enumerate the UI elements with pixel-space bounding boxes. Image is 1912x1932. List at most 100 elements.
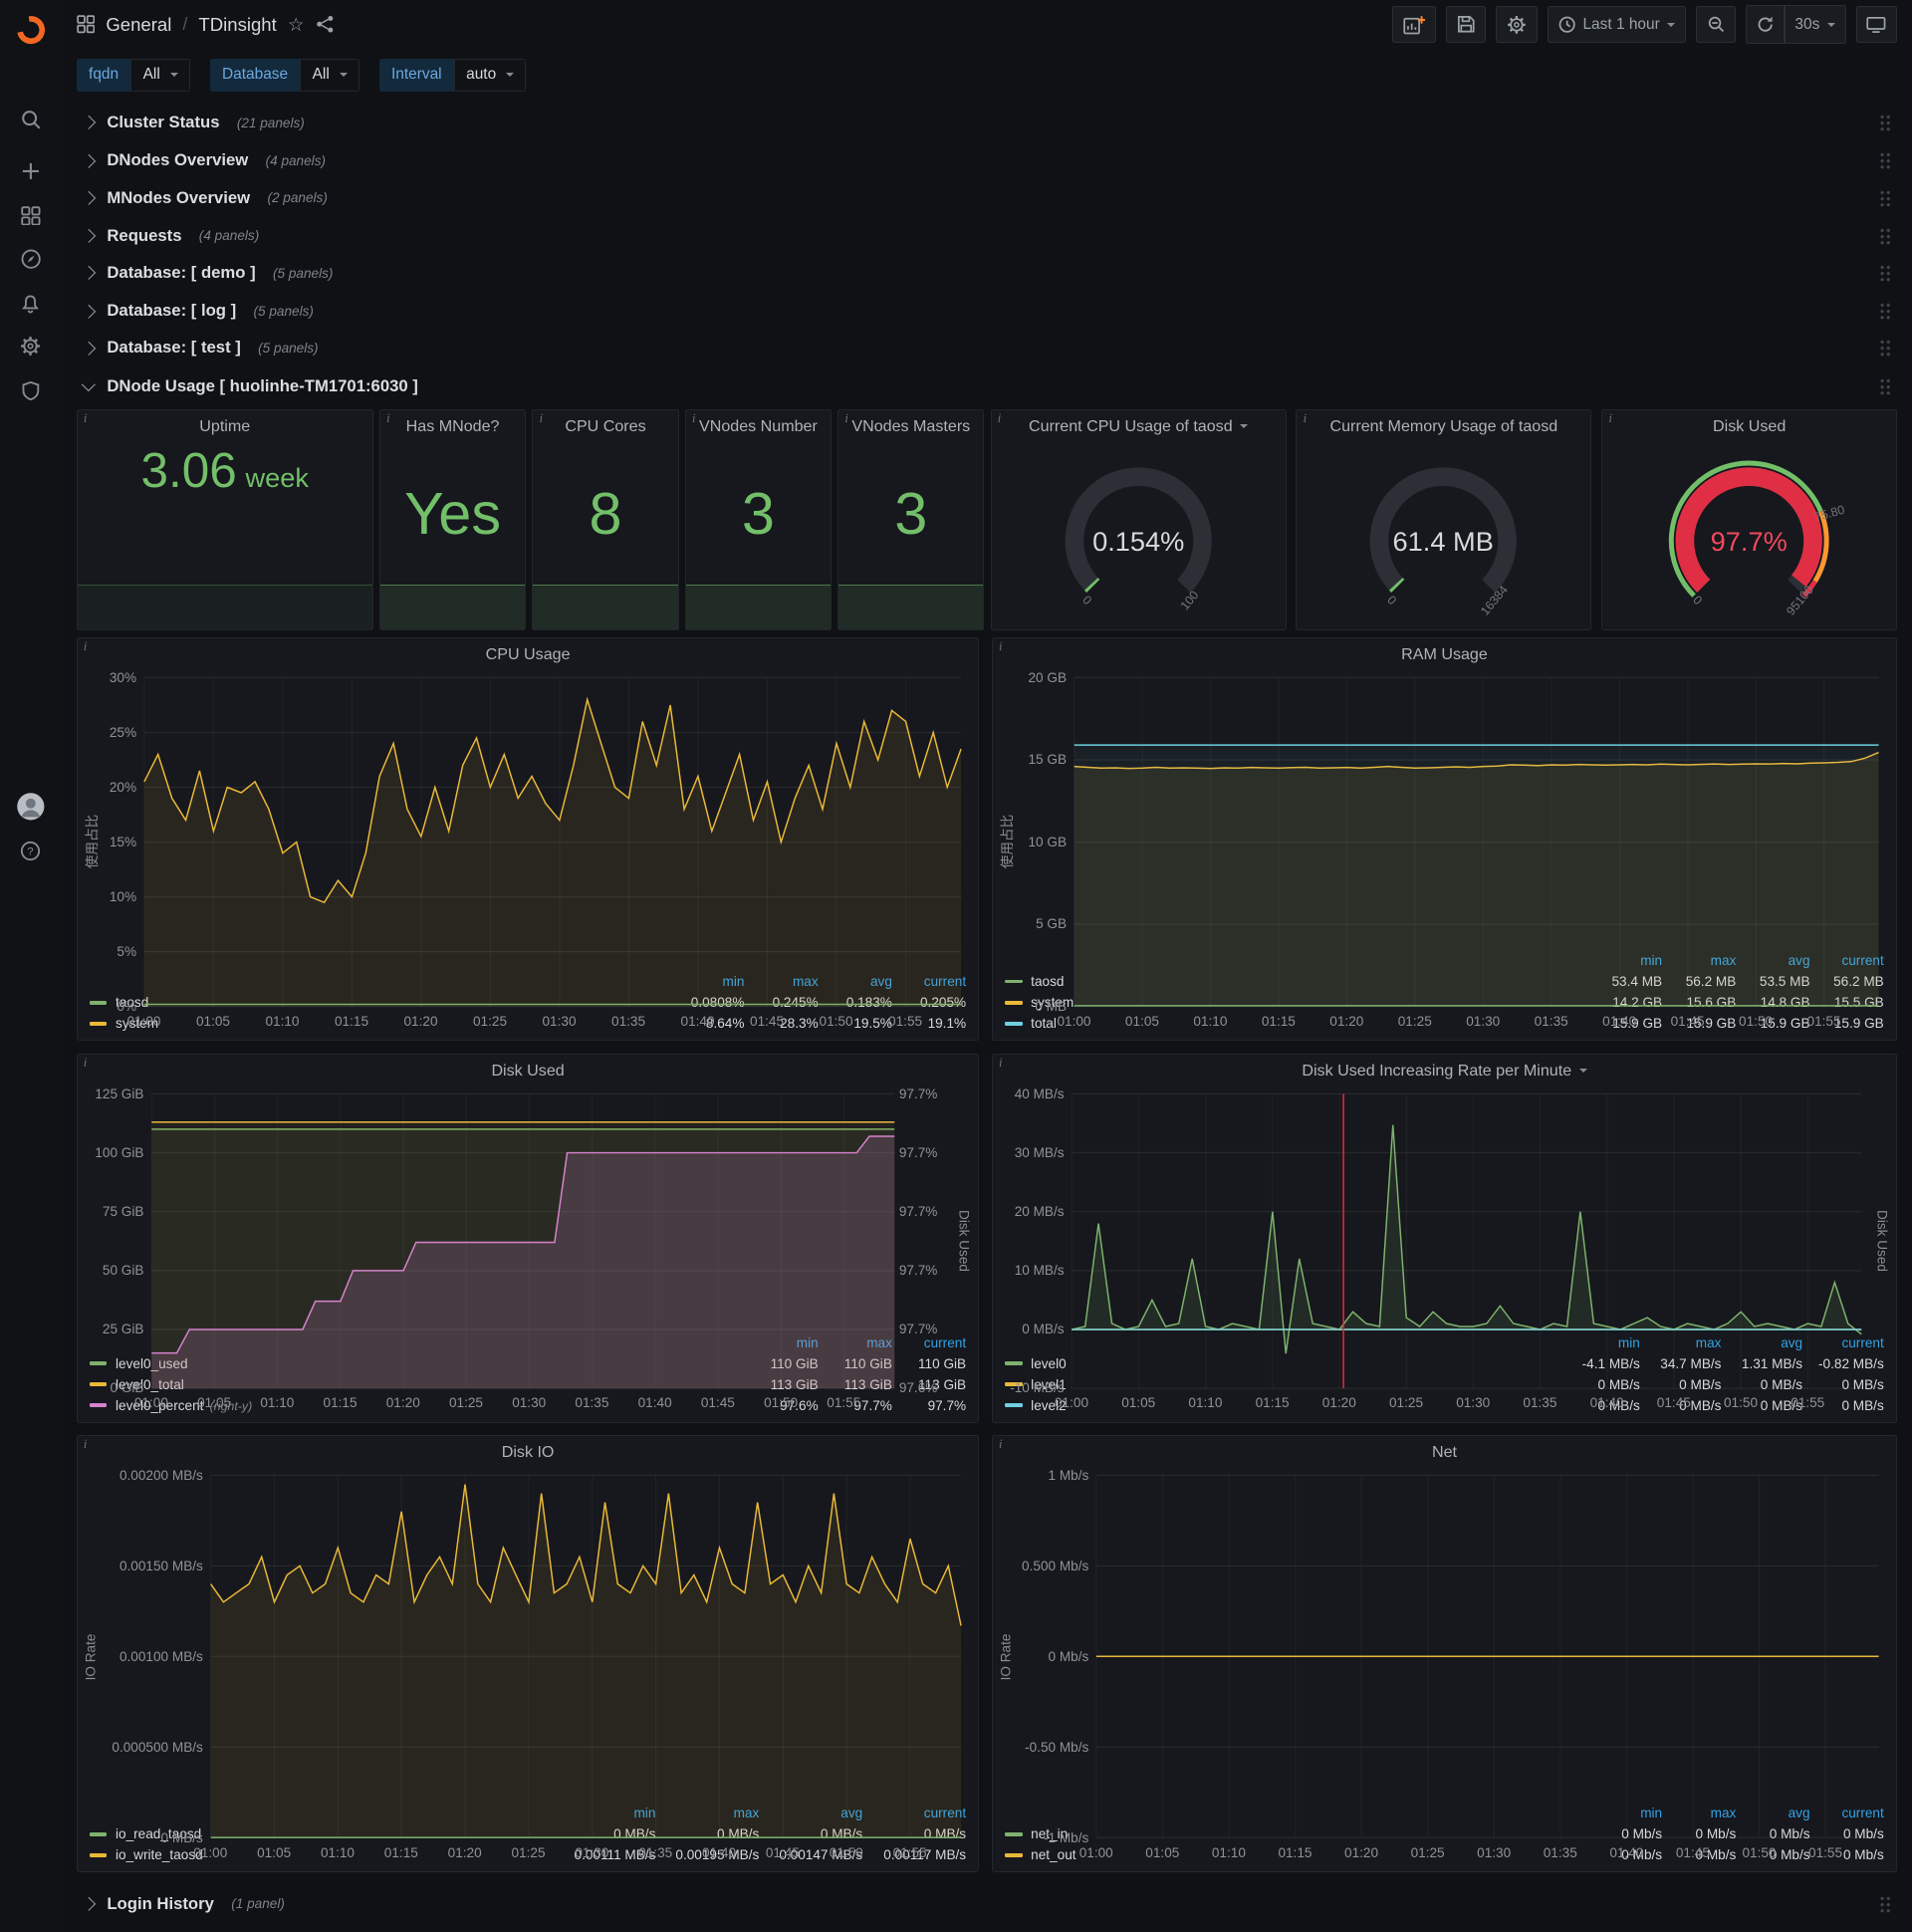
panel-title[interactable]: Current Memory Usage of taosd xyxy=(1297,410,1590,442)
help-icon[interactable]: ? xyxy=(0,833,62,869)
memory-gauge[interactable]: 61.4 MB 0 16384 xyxy=(1297,442,1590,630)
panel-info-icon[interactable]: i xyxy=(999,1056,1002,1071)
row-database-log[interactable]: Database: [ log ] (5 panels) xyxy=(77,295,1897,328)
panel-info-icon[interactable]: i xyxy=(692,411,695,426)
panel-info-icon[interactable]: i xyxy=(999,1437,1002,1452)
disk-used-gauge[interactable]: 97.7% 0 95100 75.80 xyxy=(1602,442,1896,630)
save-icon xyxy=(1458,16,1475,34)
chevron-down-icon xyxy=(506,73,515,78)
panel-title[interactable]: Current CPU Usage of taosd xyxy=(992,410,1286,442)
y-axis-label: IO Rate xyxy=(83,1633,99,1681)
variable-fqdn[interactable]: fqdn All xyxy=(76,59,190,92)
panel-title[interactable]: Disk Used xyxy=(1602,410,1896,442)
drag-handle[interactable] xyxy=(1878,1895,1890,1913)
panel-title[interactable]: Uptime xyxy=(78,410,372,442)
panel-title[interactable]: Net xyxy=(993,1436,1896,1468)
create-icon[interactable] xyxy=(0,152,62,189)
chart-canvas[interactable] xyxy=(998,1468,1891,1864)
row-dnodes-overview[interactable]: DNodes Overview (4 panels) xyxy=(77,144,1897,177)
drag-handle[interactable] xyxy=(1878,302,1890,320)
breadcrumb-dashboard-title[interactable]: TDinsight xyxy=(198,14,276,36)
axis-tick-label: 01:40 xyxy=(702,1844,737,1860)
dashboards-icon[interactable] xyxy=(0,197,62,234)
row-panel-count: (4 panels) xyxy=(198,228,260,244)
refresh-button[interactable] xyxy=(1747,6,1784,43)
sidebar: ? xyxy=(0,0,62,1932)
axis-tick-label: 01:45 xyxy=(700,1395,735,1411)
panel-title[interactable]: Disk Used xyxy=(78,1055,979,1087)
panel-info-icon[interactable]: i xyxy=(84,1056,87,1071)
user-avatar[interactable] xyxy=(0,790,62,825)
panel-net-graph: i Net IO Rate 1 Mb/s 0.500 Mb/s 0 Mb/s -0.50… xyxy=(991,1435,1898,1873)
grafana-logo[interactable] xyxy=(0,7,62,52)
panel-title[interactable]: Has MNode? xyxy=(380,410,525,442)
add-panel-button[interactable] xyxy=(1392,6,1437,44)
row-database-test[interactable]: Database: [ test ] (5 panels) xyxy=(77,332,1897,364)
row-mnodes-overview[interactable]: MNodes Overview (2 panels) xyxy=(77,181,1897,214)
panel-title[interactable]: Disk IO xyxy=(78,1436,979,1468)
axis-tick-label: 01:40 xyxy=(1589,1395,1624,1411)
configuration-gear-icon[interactable] xyxy=(0,328,62,364)
panel-title[interactable]: CPU Cores xyxy=(533,410,677,442)
panel-title[interactable]: VNodes Masters xyxy=(838,410,983,442)
dashboard-settings-button[interactable] xyxy=(1496,6,1538,44)
chart-canvas[interactable] xyxy=(998,1087,1891,1415)
star-icon[interactable]: ☆ xyxy=(288,14,305,36)
chart-canvas[interactable] xyxy=(83,1087,973,1415)
variable-interval[interactable]: Interval auto xyxy=(378,59,527,92)
axis-tick-label: 01:05 xyxy=(197,1395,232,1411)
drag-handle[interactable] xyxy=(1878,227,1890,245)
explore-icon[interactable] xyxy=(0,240,62,277)
zoom-out-button[interactable] xyxy=(1695,6,1737,44)
panel-info-icon[interactable]: i xyxy=(999,639,1002,654)
cpu-gauge[interactable]: 0.154% 0 100 xyxy=(992,442,1286,630)
drag-handle[interactable] xyxy=(1878,114,1890,131)
drag-handle[interactable] xyxy=(1878,151,1890,170)
panel-info-icon[interactable]: i xyxy=(1608,411,1611,426)
variable-value: All xyxy=(142,66,160,84)
drag-handle[interactable] xyxy=(1878,339,1890,358)
variable-database[interactable]: Database All xyxy=(209,59,359,92)
tv-mode-button[interactable] xyxy=(1855,6,1898,44)
share-icon[interactable] xyxy=(316,15,335,34)
variable-label: Database xyxy=(209,59,301,92)
drag-handle[interactable] xyxy=(1878,188,1890,207)
row-database-demo[interactable]: Database: [ demo ] (5 panels) xyxy=(77,256,1897,289)
axis-tick-label: 97.7% xyxy=(898,1086,938,1101)
drag-handle[interactable] xyxy=(1878,264,1890,282)
panel-info-icon[interactable]: i xyxy=(844,411,847,426)
panel-info-icon[interactable]: i xyxy=(386,411,389,426)
panel-info-icon[interactable]: i xyxy=(540,411,543,426)
breadcrumb-grid-icon[interactable] xyxy=(76,15,96,34)
row-requests[interactable]: Requests (4 panels) xyxy=(77,219,1897,252)
row-dnode-usage[interactable]: DNode Usage [ huolinhe-TM1701:6030 ] xyxy=(77,369,1897,402)
axis-tick-label: 01:55 xyxy=(888,1013,923,1029)
panel-title[interactable]: RAM Usage xyxy=(993,638,1896,670)
chevron-right-icon xyxy=(82,341,96,356)
row-cluster-status[interactable]: Cluster Status (21 panels) xyxy=(77,106,1897,138)
right-axis-label: Disk Used xyxy=(956,1210,972,1273)
panel-info-icon[interactable]: i xyxy=(998,411,1001,426)
panel-info-icon[interactable]: i xyxy=(84,639,87,654)
panel-title[interactable]: Disk Used Increasing Rate per Minute xyxy=(993,1055,1896,1087)
row-panel-count: (4 panels) xyxy=(265,152,327,168)
axis-tick-label: 01:35 xyxy=(638,1844,673,1860)
chart-canvas[interactable] xyxy=(83,670,973,1034)
chart-canvas[interactable] xyxy=(83,1468,973,1864)
panel-title[interactable]: CPU Usage xyxy=(78,638,979,670)
panel-info-icon[interactable]: i xyxy=(84,1437,87,1452)
save-dashboard-button[interactable] xyxy=(1446,6,1487,44)
axis-tick-label: 01:25 xyxy=(1397,1013,1432,1029)
drag-handle[interactable] xyxy=(1878,377,1890,395)
chart-canvas[interactable] xyxy=(998,670,1891,1034)
row-login-history[interactable]: Login History (1 panel) xyxy=(77,1887,1897,1920)
time-range-picker[interactable]: Last 1 hour xyxy=(1547,6,1687,44)
server-admin-shield-icon[interactable] xyxy=(0,372,62,409)
panel-info-icon[interactable]: i xyxy=(1304,411,1307,426)
refresh-interval-select[interactable]: 30s xyxy=(1786,6,1845,43)
breadcrumb-folder[interactable]: General xyxy=(106,14,171,36)
alerting-bell-icon[interactable] xyxy=(0,286,62,323)
panel-title[interactable]: VNodes Number xyxy=(686,410,831,442)
panel-info-icon[interactable]: i xyxy=(84,411,87,426)
search-icon[interactable] xyxy=(0,101,62,137)
